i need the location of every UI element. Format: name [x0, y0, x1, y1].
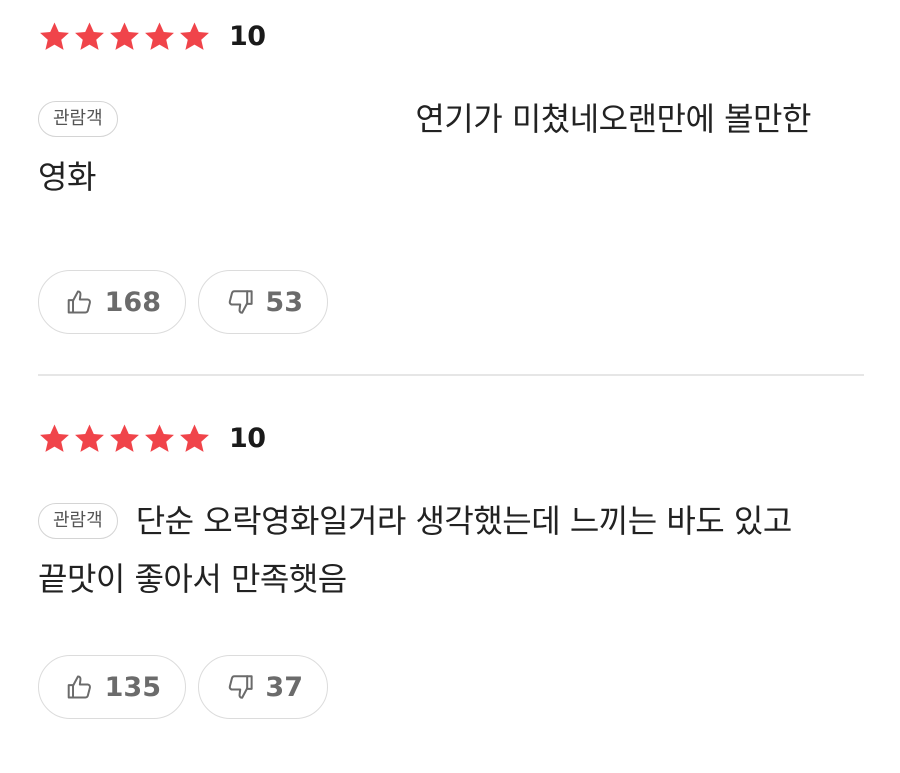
thumbs-up-icon	[67, 675, 91, 699]
review-text-block: 관람객 연기가 미쳤네오랜만에 볼만한 영화	[38, 90, 864, 206]
divider	[38, 374, 864, 376]
star-icon	[40, 423, 69, 452]
star-icon	[110, 423, 139, 452]
star-icon	[110, 21, 139, 50]
viewer-badge: 관람객	[38, 101, 118, 137]
thumbs-up-icon	[67, 290, 91, 314]
reaction-buttons: 168 53	[38, 270, 328, 334]
star-rating	[38, 20, 211, 53]
star-icon	[180, 21, 209, 50]
review-item: 10 관람객 단순 오락영화일거라 생각했는데 느끼는 바도 있고 끝맛이 좋아서…	[38, 418, 864, 719]
review-text-block: 관람객 단순 오락영화일거라 생각했는데 느끼는 바도 있고 끝맛이 좋아서 만족…	[38, 492, 864, 608]
review-text: 단순 오락영화일거라 생각했는데 느끼는 바도 있고 끝맛이 좋아서 만족햇음	[38, 502, 792, 598]
dislike-button[interactable]: 37	[198, 655, 328, 719]
star-icon	[145, 21, 174, 50]
like-button[interactable]: 135	[38, 655, 186, 719]
star-icon	[40, 21, 69, 50]
star-icon	[180, 423, 209, 452]
score-value: 10	[229, 422, 266, 454]
redacted-area	[135, 106, 406, 136]
reaction-buttons: 135 37	[38, 655, 328, 719]
like-count: 168	[104, 286, 161, 318]
score-value: 10	[229, 20, 266, 52]
star-icon	[75, 21, 104, 50]
review-item: 10 관람객 연기가 미쳤네오랜만에 볼만한 영화 168 53	[38, 16, 864, 334]
thumbs-down-icon	[228, 290, 253, 314]
rating-row: 10	[38, 16, 864, 56]
dislike-button[interactable]: 53	[198, 270, 328, 334]
star-icon	[75, 423, 104, 452]
star-rating	[38, 422, 211, 455]
star-icon	[145, 423, 174, 452]
rating-row: 10	[38, 418, 864, 458]
thumbs-down-icon	[228, 675, 253, 699]
dislike-count: 53	[265, 286, 303, 318]
like-button[interactable]: 168	[38, 270, 186, 334]
viewer-badge: 관람객	[38, 503, 118, 539]
dislike-count: 37	[265, 671, 303, 703]
like-count: 135	[104, 671, 161, 703]
